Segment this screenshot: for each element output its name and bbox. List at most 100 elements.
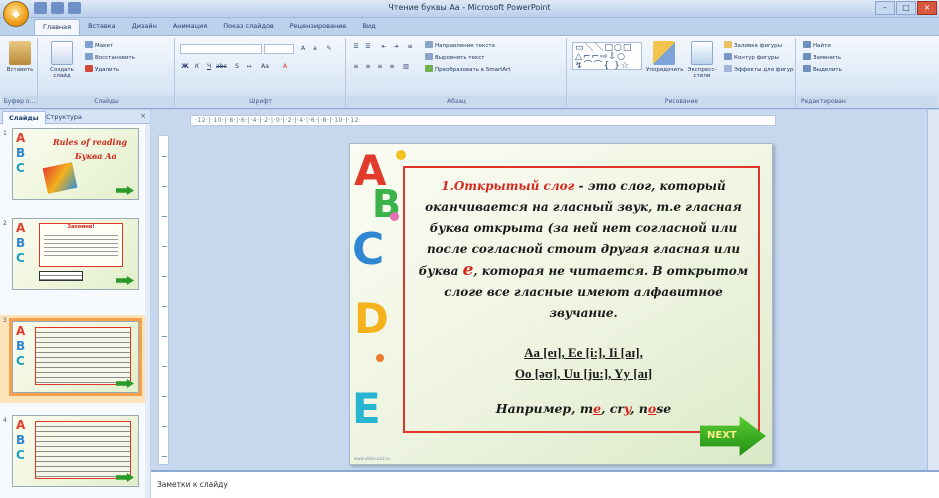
- align-left-icon[interactable]: ≡: [351, 62, 361, 71]
- thumbnail-note: [39, 271, 83, 281]
- decrease-indent-icon[interactable]: ⇤: [379, 42, 389, 51]
- notes-pane[interactable]: Заметки к слайду: [151, 470, 939, 498]
- window-controls: – □ ×: [875, 1, 937, 15]
- italic-icon[interactable]: К: [192, 62, 202, 71]
- tab-outline-panel[interactable]: Структура: [40, 111, 88, 124]
- current-slide[interactable]: A B C D E 1.Открытый слог - это слог, ко…: [349, 143, 773, 465]
- group-label-font: Шрифт: [176, 96, 345, 107]
- paste-button[interactable]: Вставить: [5, 41, 35, 73]
- letter-e-image: E: [352, 384, 381, 433]
- reset-icon: [85, 53, 93, 60]
- examples-line: Например, me, cry, nose: [495, 401, 672, 416]
- editor-scrollbar[interactable]: [927, 110, 939, 470]
- example-vowel: e: [593, 401, 602, 416]
- slide-thumbnail-3[interactable]: 3 ABC: [0, 315, 150, 403]
- change-case-icon[interactable]: Aa: [260, 62, 270, 71]
- ruler-tick: [162, 246, 167, 247]
- letter-d-image: D: [354, 294, 389, 343]
- decor-flower-icon: [396, 150, 406, 160]
- letter-c-image: C: [352, 224, 385, 275]
- minimize-button[interactable]: –: [875, 1, 895, 15]
- main-textbox[interactable]: 1.Открытый слог - это слог, который окан…: [403, 166, 760, 433]
- font-name-dropdown[interactable]: [180, 44, 262, 54]
- decor-butterfly-icon: [390, 212, 399, 221]
- tab-design[interactable]: Дизайн: [124, 19, 165, 35]
- quick-styles-button[interactable]: Экспресс-стили: [684, 41, 720, 79]
- thumbnail-letters: ABC: [16, 418, 26, 462]
- group-font: A a ✎ Ж К Ч abc S ↔ Aa A Шрифт: [176, 38, 346, 107]
- group-editing: Найти Заменить Выделить Редактирован: [797, 38, 937, 107]
- find-button[interactable]: Найти: [803, 41, 831, 51]
- font-color-icon[interactable]: A: [280, 62, 290, 71]
- tab-animations[interactable]: Анимация: [165, 19, 215, 35]
- close-button[interactable]: ×: [917, 1, 937, 15]
- slide-thumbnail-1[interactable]: 1 ABC Rules of reading Буква Aa: [0, 128, 150, 208]
- new-slide-button[interactable]: Создать слайд: [45, 41, 79, 79]
- office-button[interactable]: ◆: [3, 1, 29, 27]
- ruler-tick: [162, 216, 167, 217]
- thumbnail-image: ABC: [9, 318, 142, 396]
- window-title: Чтение буквы Aa - Microsoft PowerPoint: [388, 3, 551, 12]
- justify-icon[interactable]: ≡: [387, 62, 397, 71]
- maximize-button[interactable]: □: [896, 1, 916, 15]
- group-paragraph: ☰ ☰ ⇤ ⇥ ≡ ≡ ≡ ≡ ≡ ▥ Направление текста В…: [347, 38, 567, 107]
- panel-scrollbar[interactable]: [145, 124, 150, 498]
- increase-indent-icon[interactable]: ⇥: [391, 42, 401, 51]
- strikethrough-icon[interactable]: abc: [216, 62, 227, 71]
- thumbnail-letters: ABC: [16, 221, 26, 265]
- sounds-line-2: Oo [əʊ], Uu [ju:], Yy [aɪ]: [514, 366, 653, 381]
- effects-icon: [724, 65, 732, 72]
- ruler-tick: [162, 366, 167, 367]
- shadow-icon[interactable]: S: [232, 62, 242, 71]
- shrink-font-icon[interactable]: a: [310, 44, 320, 53]
- sounds-line-1: Aa [eɪ], Ee [i:], Ii [aɪ],: [524, 345, 643, 360]
- tab-review[interactable]: Рецензирование: [282, 19, 355, 35]
- books-image: [42, 162, 78, 194]
- vertical-ruler: [158, 135, 169, 465]
- slide-thumbnail-4[interactable]: 4 ABC: [0, 415, 150, 495]
- shape-effects-button[interactable]: Эффекты для фигур: [724, 65, 794, 75]
- line-spacing-icon[interactable]: ≡: [405, 42, 415, 51]
- tab-home[interactable]: Главная: [34, 19, 81, 35]
- font-size-dropdown[interactable]: [264, 44, 294, 54]
- tab-slideshow[interactable]: Показ слайдов: [215, 19, 282, 35]
- spacing-icon[interactable]: ↔: [244, 62, 254, 71]
- layout-button[interactable]: Макет: [85, 41, 113, 51]
- delete-slide-button[interactable]: Удалить: [85, 65, 119, 75]
- thumbnail-letters: ABC: [16, 131, 26, 175]
- ruler-tick: [162, 306, 167, 307]
- grow-font-icon[interactable]: A: [298, 44, 308, 53]
- numbering-icon[interactable]: ☰: [363, 42, 373, 51]
- columns-icon[interactable]: ▥: [401, 62, 411, 71]
- shape-outline-button[interactable]: Контур фигуры: [724, 53, 779, 63]
- smartart-button[interactable]: Преобразовать в SmartArt: [425, 65, 511, 75]
- slide-thumbnail-2[interactable]: 2 ABC Запомни!: [0, 218, 150, 298]
- thumbnail-letters: ABC: [16, 324, 26, 368]
- ruler-tick: [162, 336, 167, 337]
- bullets-icon[interactable]: ☰: [351, 42, 361, 51]
- rule-number: 1.: [441, 179, 454, 193]
- clear-format-icon[interactable]: ✎: [324, 44, 334, 53]
- text-direction-icon: [425, 41, 433, 48]
- panel-close-icon[interactable]: ×: [140, 112, 146, 120]
- shape-fill-button[interactable]: Заливка фигуры: [724, 41, 782, 51]
- thumbnail-textbox: Запомни!: [39, 223, 123, 267]
- shapes-gallery[interactable]: ▭＼＼□○□ △⌐⌐⇨⇩○ ↯⌒⌒{ }☆: [572, 42, 642, 71]
- group-label-paragraph: Абзац: [347, 96, 566, 107]
- replace-button[interactable]: Заменить: [803, 53, 841, 63]
- thumbnail-textbox: [35, 421, 131, 479]
- ruler-tick: [162, 426, 167, 427]
- select-button[interactable]: Выделить: [803, 65, 842, 75]
- tab-view[interactable]: Вид: [354, 19, 383, 35]
- underline-icon[interactable]: Ч: [204, 62, 214, 71]
- align-text-button[interactable]: Выровнять текст: [425, 53, 484, 63]
- arrange-button[interactable]: Упорядочить: [646, 41, 684, 73]
- text-direction-button[interactable]: Направление текста: [425, 41, 495, 51]
- tab-insert[interactable]: Вставка: [80, 19, 124, 35]
- binoculars-icon: [803, 41, 811, 48]
- bold-icon[interactable]: Ж: [180, 62, 190, 71]
- align-right-icon[interactable]: ≡: [375, 62, 385, 71]
- reset-button[interactable]: Восстановить: [85, 53, 135, 63]
- align-center-icon[interactable]: ≡: [363, 62, 373, 71]
- ruler-tick: [162, 186, 167, 187]
